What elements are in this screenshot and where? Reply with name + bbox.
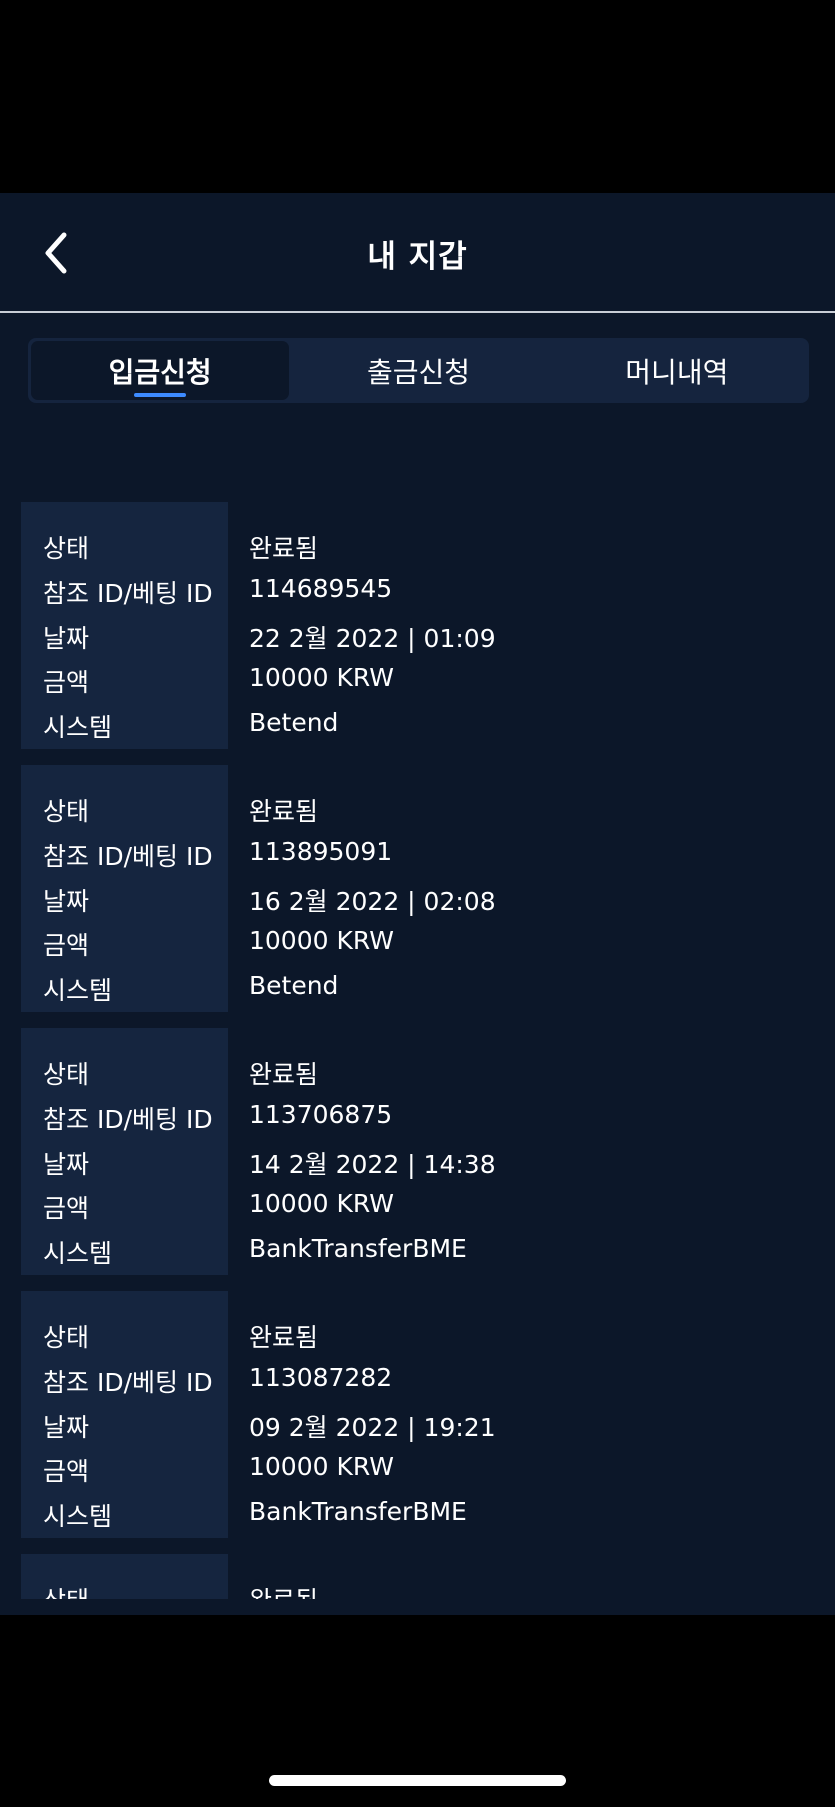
status-label: 상태	[43, 797, 90, 826]
amount-row: 금액 10000 KRW	[0, 655, 835, 700]
date-value: 16 2월 2022 | 02:08	[249, 887, 496, 916]
date-row: 날짜 09 2월 2022 | 19:21	[0, 1400, 835, 1445]
transaction-card: 상태 완료됨 참조 ID/베팅 ID 113895091 날짜 16 2월 2022 …	[0, 765, 835, 1012]
reference-value: 113087282	[249, 1363, 393, 1392]
system-row: 시스템 Betend	[0, 963, 835, 1008]
amount-label: 금액	[43, 1194, 90, 1223]
tab-money-history[interactable]: 머니내역	[548, 341, 806, 400]
date-value: 22 2월 2022 | 01:09	[249, 624, 496, 653]
transaction-card: 상태 완료됨 참조 ID/베팅 ID 113087282 날짜 09 2월 2022 …	[0, 1291, 835, 1538]
date-row: 날짜 16 2월 2022 | 02:08	[0, 874, 835, 919]
status-value: 완료됨	[249, 797, 319, 826]
system-label: 시스템	[43, 976, 113, 1005]
status-row: 상태 완료됨	[0, 521, 835, 566]
transaction-card: 상태 완료됨 참조 ID/베팅 ID 113706875 날짜 14 2월 2022 …	[0, 1028, 835, 1275]
date-label: 날짜	[43, 1413, 90, 1442]
system-row: 시스템 Betend	[0, 700, 835, 745]
reference-row: 참조 ID/베팅 ID 113706875	[0, 1092, 835, 1137]
system-value: Betend	[249, 708, 339, 737]
status-label: 상태	[43, 1581, 89, 1599]
transaction-card: 상태 완료됨 참조 ID/베팅 ID 114689545 날짜 22 2월 2022 …	[0, 502, 835, 749]
reference-label: 참조 ID/베팅 ID	[43, 579, 213, 608]
tab-deposit-request[interactable]: 입금신청	[31, 341, 290, 400]
system-value: BankTransferBME	[249, 1234, 467, 1263]
status-label: 상태	[43, 534, 90, 563]
header: 내 지갑	[0, 193, 835, 313]
date-label: 날짜	[43, 624, 90, 653]
date-row: 날짜 22 2월 2022 | 01:09	[0, 611, 835, 656]
reference-row: 참조 ID/베팅 ID 114689545	[0, 566, 835, 611]
amount-row: 금액 10000 KRW	[0, 1444, 835, 1489]
wallet-screen: 내 지갑 입금신청 출금신청 머니내역 상태 완료됨 참조 ID/베팅 ID 114…	[0, 193, 835, 1615]
system-label: 시스템	[43, 713, 113, 742]
active-tab-indicator	[134, 393, 187, 397]
tab-label: 머니내역	[625, 355, 729, 389]
status-row: 상태 완료됨	[0, 1573, 835, 1599]
date-row: 날짜 14 2월 2022 | 14:38	[0, 1137, 835, 1182]
date-label: 날짜	[43, 887, 90, 916]
date-value: 09 2월 2022 | 19:21	[249, 1413, 496, 1442]
status-row: 상태 완료됨	[0, 1047, 835, 1092]
reference-label: 참조 ID/베팅 ID	[43, 1368, 213, 1397]
status-row: 상태 완료됨	[0, 784, 835, 829]
reference-label: 참조 ID/베팅 ID	[43, 842, 213, 871]
transaction-list[interactable]: 상태 완료됨 참조 ID/베팅 ID 114689545 날짜 22 2월 2022 …	[0, 502, 835, 1599]
amount-label: 금액	[43, 931, 90, 960]
transaction-card: 상태 완료됨	[0, 1554, 835, 1599]
tab-label: 입금신청	[108, 355, 212, 389]
home-indicator[interactable]	[269, 1775, 566, 1786]
system-label: 시스템	[43, 1502, 113, 1531]
system-value: BankTransferBME	[249, 1497, 467, 1526]
system-value: Betend	[249, 971, 339, 1000]
reference-value: 114689545	[249, 574, 393, 603]
amount-value: 10000 KRW	[249, 1452, 394, 1481]
tab-bar: 입금신청 출금신청 머니내역	[28, 338, 809, 403]
reference-value: 113706875	[249, 1100, 393, 1129]
amount-value: 10000 KRW	[249, 663, 394, 692]
amount-value: 10000 KRW	[249, 926, 394, 955]
reference-value: 113895091	[249, 837, 393, 866]
tab-label: 출금신청	[366, 355, 471, 389]
status-row: 상태 완료됨	[0, 1310, 835, 1355]
status-value: 완료됨	[249, 534, 319, 563]
status-value: 완료됨	[249, 1323, 319, 1352]
amount-value: 10000 KRW	[249, 1189, 394, 1218]
amount-row: 금액 10000 KRW	[0, 918, 835, 963]
amount-row: 금액 10000 KRW	[0, 1181, 835, 1226]
system-row: 시스템 BankTransferBME	[0, 1226, 835, 1271]
status-label: 상태	[43, 1060, 90, 1089]
system-label: 시스템	[43, 1239, 113, 1268]
reference-label: 참조 ID/베팅 ID	[43, 1105, 213, 1134]
system-row: 시스템 BankTransferBME	[0, 1489, 835, 1534]
reference-row: 참조 ID/베팅 ID 113895091	[0, 829, 835, 874]
tab-withdrawal-request[interactable]: 출금신청	[289, 341, 547, 400]
amount-label: 금액	[43, 668, 90, 697]
status-value: 완료됨	[249, 1581, 318, 1599]
date-label: 날짜	[43, 1150, 90, 1179]
amount-label: 금액	[43, 1457, 90, 1486]
status-value: 완료됨	[249, 1060, 319, 1089]
status-label: 상태	[43, 1323, 90, 1352]
reference-row: 참조 ID/베팅 ID 113087282	[0, 1355, 835, 1400]
date-value: 14 2월 2022 | 14:38	[249, 1150, 496, 1179]
page-title: 내 지갑	[367, 239, 468, 275]
